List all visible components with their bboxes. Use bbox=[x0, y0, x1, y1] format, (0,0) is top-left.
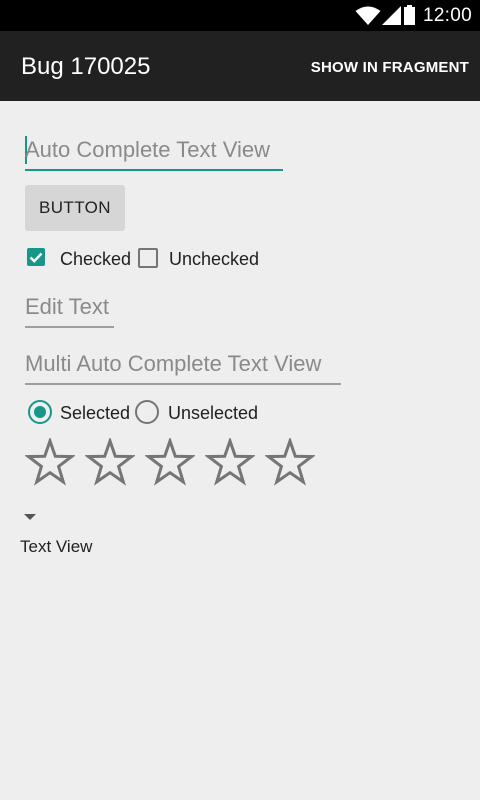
star-icon[interactable] bbox=[265, 438, 315, 488]
radio-selected[interactable] bbox=[28, 400, 52, 424]
star-icon[interactable] bbox=[25, 438, 75, 488]
spinner-dropdown-arrow-icon[interactable] bbox=[24, 514, 36, 520]
checkmark-icon bbox=[29, 252, 43, 263]
star-icon[interactable] bbox=[145, 438, 195, 488]
checkbox-checked-label: Checked bbox=[60, 249, 132, 269]
wifi-icon bbox=[355, 6, 381, 25]
status-time: 12:00 bbox=[422, 5, 472, 26]
auto-complete-text-view[interactable]: Auto Complete Text View bbox=[25, 137, 283, 171]
battery-icon bbox=[404, 5, 415, 25]
rating-bar[interactable] bbox=[25, 438, 325, 488]
button[interactable]: BUTTON bbox=[25, 185, 125, 231]
checkbox-unchecked[interactable] bbox=[138, 248, 158, 268]
multi-auto-complete-text-view[interactable]: Multi Auto Complete Text View bbox=[25, 351, 341, 385]
radio-unselected-label: Unselected bbox=[168, 403, 259, 423]
star-icon[interactable] bbox=[85, 438, 135, 488]
checkbox-unchecked-label: Unchecked bbox=[169, 249, 260, 269]
status-bar: 12:00 bbox=[0, 0, 480, 31]
show-in-fragment-button[interactable]: SHOW IN FRAGMENT bbox=[311, 59, 469, 76]
text-view: Text View bbox=[20, 537, 93, 556]
app-title: Bug 170025 bbox=[21, 53, 151, 80]
edit-text[interactable]: Edit Text bbox=[25, 294, 114, 328]
checkbox-checked[interactable] bbox=[27, 248, 45, 266]
radio-unselected[interactable] bbox=[135, 400, 159, 424]
star-icon[interactable] bbox=[205, 438, 255, 488]
radio-selected-label: Selected bbox=[60, 403, 131, 423]
radio-selected-dot bbox=[34, 406, 46, 418]
cell-signal-icon bbox=[382, 6, 401, 25]
action-bar: Bug 170025 SHOW IN FRAGMENT bbox=[0, 31, 480, 101]
